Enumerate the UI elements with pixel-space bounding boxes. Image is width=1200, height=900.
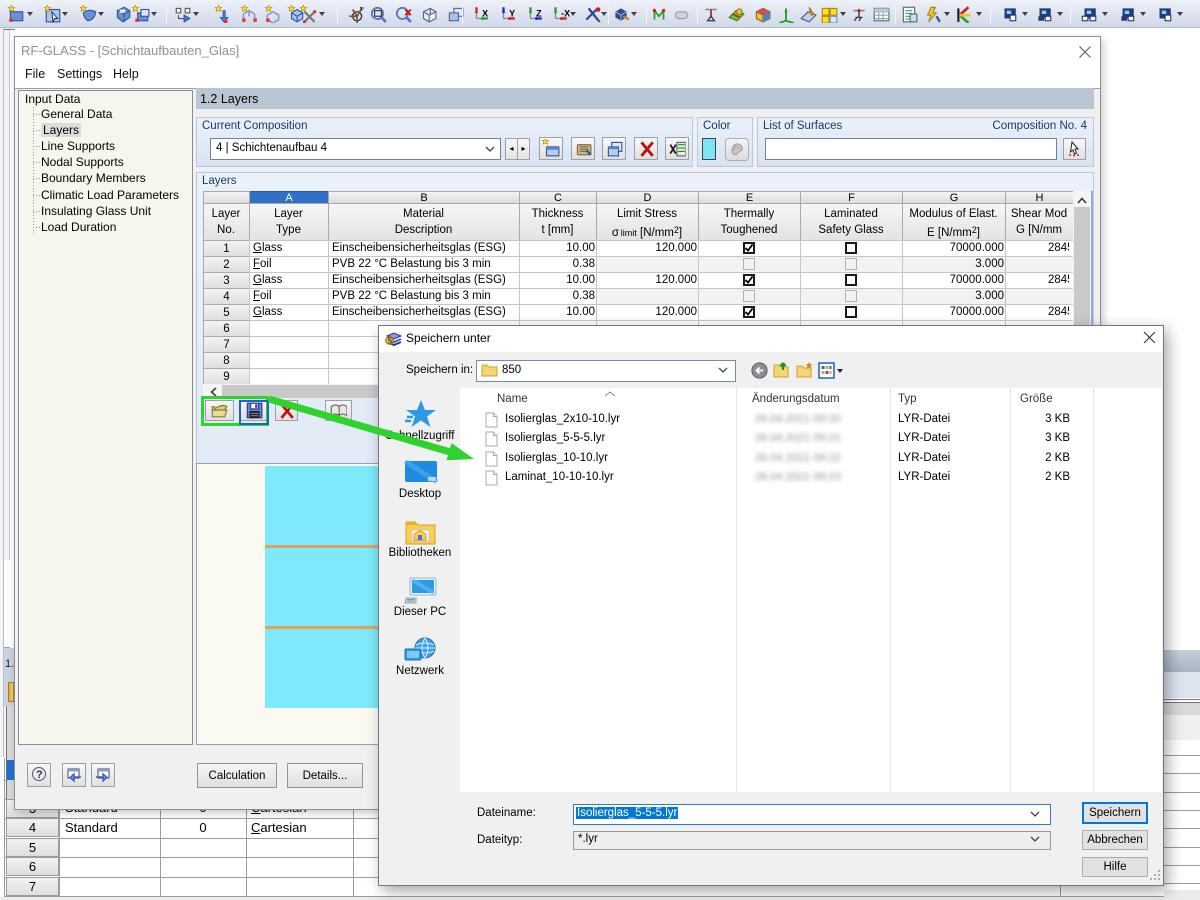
svg-text:X: X xyxy=(482,8,488,18)
svg-text:?: ? xyxy=(36,769,43,781)
svg-text:-X: -X xyxy=(561,8,570,18)
svg-text:Y: Y xyxy=(509,8,515,18)
svg-text:5: 5 xyxy=(388,336,393,345)
svg-text:...: ... xyxy=(428,479,433,485)
svg-text:Z: Z xyxy=(536,8,542,18)
